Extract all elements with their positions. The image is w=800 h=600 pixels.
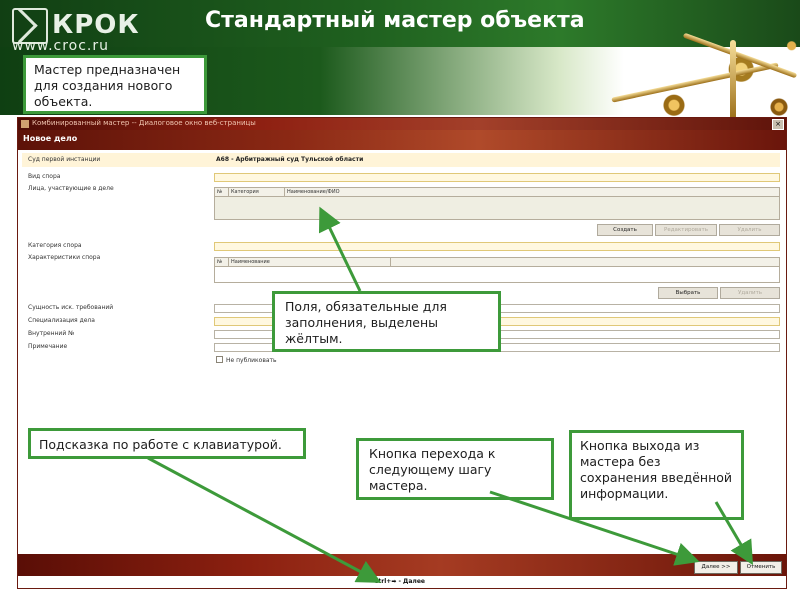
participants-grid-header: № Категория Наименование/ФИО: [215, 188, 779, 197]
form-header: Новое дело: [18, 130, 786, 150]
no-publish-checkbox[interactable]: [216, 356, 223, 363]
dialog-titlebar: Комбинированный мастер -- Диалоговое окн…: [18, 118, 786, 130]
callout-intro: Мастер предназначен для создания нового …: [23, 55, 207, 114]
callout-next-button: Кнопка перехода к следующему шагу мастер…: [356, 438, 554, 500]
keyboard-hint-bar: Ctrl+➡ - Далее: [18, 576, 786, 588]
characteristics-grid[interactable]: № Наименование: [214, 257, 780, 283]
next-button[interactable]: Далее >>: [694, 561, 738, 574]
participants-label: Лица, участвующие в деле: [28, 185, 114, 192]
slide-title: Стандартный мастер объекта: [205, 8, 585, 33]
dispute-type-label: Вид спора: [28, 173, 61, 180]
ie-window-icon: [21, 120, 29, 128]
specialization-label: Специализация дела: [28, 317, 95, 324]
grid-col-name: Наименование: [229, 258, 391, 266]
callout-cancel-button-text: Кнопка выхода из мастера без сохранения …: [580, 438, 733, 501]
decorative-molecule-image: [590, 32, 800, 125]
grid-col-number: №: [215, 188, 229, 196]
participants-grid[interactable]: № Категория Наименование/ФИО: [214, 187, 780, 220]
characteristics-grid-header: № Наименование: [215, 258, 779, 267]
cancel-button[interactable]: Отменить: [740, 561, 782, 574]
callout-keyboard-hint: Подсказка по работе с клавиатурой.: [28, 428, 306, 459]
no-publish-label: Не публиковать: [226, 357, 277, 364]
internal-number-label: Внутренний №: [28, 330, 75, 337]
keyboard-hint: Ctrl+➡ - Далее: [374, 578, 425, 585]
callout-cancel-button: Кнопка выхода из мастера без сохранения …: [569, 430, 744, 520]
logo-text: КРОК: [52, 10, 140, 40]
grid-col-name: Наименование/ФИО: [287, 189, 340, 195]
dispute-category-label: Категория спора: [28, 242, 82, 249]
dispute-type-input[interactable]: [214, 173, 780, 182]
dialog-footer: Далее >> Отменить: [18, 554, 786, 576]
callout-intro-text: Мастер предназначен для создания нового …: [34, 62, 181, 109]
logo-url: www.croc.ru: [12, 38, 110, 54]
claims-label: Сущность иск. требований: [28, 304, 114, 311]
delete-participant-button[interactable]: Удалить: [719, 224, 780, 236]
court-row: [22, 153, 780, 167]
court-value: А68 - Арбитражный суд Тульской области: [216, 156, 364, 163]
hint-action: - Далее: [396, 578, 425, 585]
close-icon[interactable]: ×: [772, 119, 784, 130]
note-label: Примечание: [28, 343, 68, 350]
dispute-category-input[interactable]: [214, 242, 780, 251]
callout-next-button-text: Кнопка перехода к следующему шагу мастер…: [369, 446, 496, 493]
callout-required-fields-text: Поля, обязательные для заполнения, выдел…: [285, 299, 447, 346]
edit-button[interactable]: Редактировать: [655, 224, 717, 236]
grid-col-category: Категория: [229, 188, 285, 196]
form-title: Новое дело: [23, 134, 78, 143]
dialog-window-title: Комбинированный мастер -- Диалоговое окн…: [32, 119, 256, 127]
grid-col-number: №: [215, 258, 229, 266]
court-label: Суд первой инстанции: [28, 156, 101, 163]
create-button[interactable]: Создать: [597, 224, 653, 236]
delete-characteristic-button[interactable]: Удалить: [720, 287, 780, 299]
choose-button[interactable]: Выбрать: [658, 287, 718, 299]
hint-key: Ctrl+: [374, 578, 392, 585]
callout-required-fields: Поля, обязательные для заполнения, выдел…: [272, 291, 501, 352]
characteristics-label: Характеристики спора: [28, 254, 101, 261]
callout-keyboard-hint-text: Подсказка по работе с клавиатурой.: [39, 437, 282, 452]
